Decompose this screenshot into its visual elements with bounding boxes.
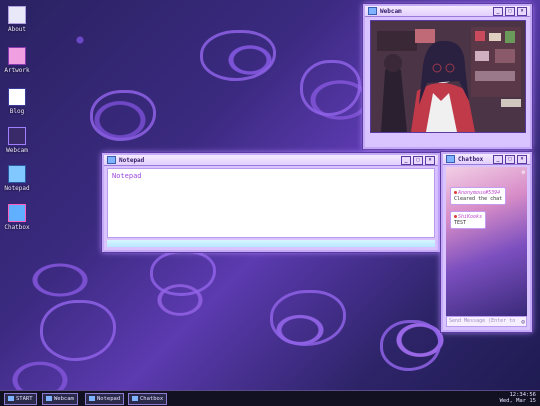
minimize-button[interactable]: _ [493, 6, 503, 16]
window-title: Notepad [119, 156, 145, 164]
notepad-icon [89, 396, 95, 401]
desktop-icon-about[interactable]: About [2, 6, 32, 33]
notepad-icon [8, 165, 26, 183]
chatbox-window[interactable]: Chatbox _ □ × ⚙ Anonymous#5394 Cleared t… [441, 152, 532, 332]
webcam-icon [8, 127, 26, 145]
desktop-icon-blog[interactable]: Blog [2, 88, 32, 115]
chat-message: Anonymous#5394 Cleared the chat [450, 187, 507, 205]
taskbar-item-webcam[interactable]: Webcam [42, 393, 78, 405]
settings-gear-icon[interactable]: ⚙ [521, 169, 525, 176]
desktop-icon-webcam[interactable]: Webcam [2, 127, 32, 154]
notepad-text-area[interactable]: Notepad [107, 168, 435, 238]
chat-message-input[interactable]: Send Message (Enter to [446, 316, 527, 327]
notepad-content: Notepad [112, 172, 142, 180]
status-dot-icon [454, 191, 457, 194]
start-button[interactable]: START [4, 393, 37, 405]
close-button[interactable]: × [517, 6, 527, 16]
chatbox-icon [132, 396, 138, 401]
taskbar-item-notepad[interactable]: Notepad [85, 393, 125, 405]
notepad-statusbar [107, 240, 435, 247]
clock-date: Wed, Mar 15 [499, 398, 536, 404]
chatbox-icon [8, 204, 26, 222]
desktop-icon-chatbox[interactable]: Chatbox [2, 204, 32, 231]
taskbar-item-chatbox[interactable]: Chatbox [128, 393, 168, 405]
desktop-icon-notepad[interactable]: Notepad [2, 165, 32, 192]
minimize-button[interactable]: _ [401, 155, 411, 165]
window-title: Webcam [380, 7, 402, 15]
chat-text: TEST [454, 220, 467, 226]
document-icon [8, 6, 26, 24]
desktop-icon-artwork[interactable]: Artwork [2, 47, 32, 74]
notepad-titlebar[interactable]: Notepad _ □ × [104, 155, 438, 166]
webcam-icon [46, 396, 52, 401]
webcam-icon [368, 7, 377, 15]
maximize-button[interactable]: □ [413, 155, 423, 165]
webcam-titlebar[interactable]: Webcam _ □ × [365, 6, 530, 17]
status-dot-icon [454, 215, 457, 218]
chat-text: Cleared the chat [454, 196, 503, 202]
webcam-feed [370, 20, 526, 133]
emoji-icon[interactable]: ☺ [521, 319, 525, 326]
maximize-button[interactable]: □ [505, 154, 515, 164]
blog-icon [8, 88, 26, 106]
webcam-image [371, 21, 525, 132]
window-title: Chatbox [458, 155, 484, 163]
start-icon [8, 396, 14, 401]
close-button[interactable]: × [517, 154, 527, 164]
chat-messages[interactable]: ⚙ Anonymous#5394 Cleared the chat ShiKoo… [446, 167, 527, 316]
notepad-window[interactable]: Notepad _ □ × Notepad [102, 153, 440, 252]
chatbox-icon [446, 155, 455, 163]
close-button[interactable]: × [425, 155, 435, 165]
maximize-button[interactable]: □ [505, 6, 515, 16]
chat-message: ShiKooks TEST [450, 211, 487, 229]
taskbar: START Webcam Notepad Chatbox 12:34:56 We… [0, 390, 540, 406]
webcam-window[interactable]: Webcam _ □ × [363, 4, 532, 149]
taskbar-clock: 12:34:56 Wed, Mar 15 [500, 392, 536, 404]
notepad-icon [107, 156, 116, 164]
artwork-icon [8, 47, 26, 65]
chatbox-titlebar[interactable]: Chatbox _ □ × [443, 154, 530, 165]
minimize-button[interactable]: _ [493, 154, 503, 164]
